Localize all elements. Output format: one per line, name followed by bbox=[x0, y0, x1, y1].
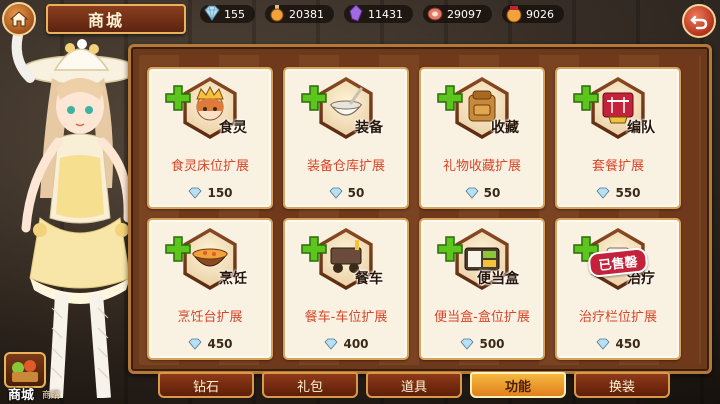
price-value: 450 bbox=[207, 337, 233, 351]
page-title: 商城 bbox=[46, 4, 186, 34]
price-value: 450 bbox=[615, 337, 641, 351]
price-value: 550 bbox=[615, 186, 641, 200]
diamond-icon bbox=[204, 5, 220, 21]
item-title: 装备仓库扩展 bbox=[306, 159, 385, 174]
plus-icon bbox=[437, 85, 463, 111]
tab-function[interactable]: 功能 bbox=[470, 372, 566, 398]
resource-value: 29097 bbox=[447, 7, 482, 21]
item-icon-frame: 装备 bbox=[301, 77, 383, 139]
tab-gift-pack[interactable]: 礼包 bbox=[262, 372, 358, 398]
item-price: 150 bbox=[187, 186, 233, 200]
resource-meat: 29097 bbox=[423, 5, 492, 23]
price-value: 50 bbox=[483, 186, 501, 200]
item-price: 400 bbox=[323, 337, 369, 351]
diamond-icon bbox=[460, 338, 475, 350]
resource-bag: 9026 bbox=[502, 5, 564, 23]
shop-card[interactable]: 食灵 食灵床位扩展 150 bbox=[147, 67, 273, 209]
item-icon-frame: 餐车 bbox=[301, 228, 383, 290]
plus-icon bbox=[437, 236, 463, 262]
item-icon-frame: 便当盒 bbox=[437, 228, 519, 290]
item-price: 450 bbox=[595, 337, 641, 351]
plus-icon bbox=[301, 85, 327, 111]
shop-card[interactable]: 治疗 已售罄 治疗栏位扩展 450 bbox=[555, 218, 681, 360]
purple-crystal-icon bbox=[349, 4, 363, 22]
shop-card[interactable]: 装备 装备仓库扩展 50 bbox=[283, 67, 409, 209]
resource-potion: 20381 bbox=[265, 5, 334, 23]
item-tag: 装备 bbox=[355, 120, 383, 136]
item-title: 礼物收藏扩展 bbox=[442, 159, 521, 174]
resource-bar: 155 20381 11431 29097 9026 bbox=[200, 4, 670, 24]
home-button[interactable] bbox=[2, 2, 36, 36]
item-icon-frame: 编队 bbox=[573, 77, 655, 139]
item-title: 套餐扩展 bbox=[591, 159, 644, 174]
item-title: 食灵床位扩展 bbox=[170, 159, 249, 174]
pouch-icon bbox=[506, 6, 522, 23]
shop-card[interactable]: 烹饪 烹饪台扩展 450 bbox=[147, 218, 273, 360]
item-price: 450 bbox=[187, 337, 233, 351]
item-title: 餐车-车位扩展 bbox=[304, 310, 388, 325]
diamond-icon bbox=[465, 187, 479, 199]
shop-panel: 食灵 食灵床位扩展 150 装备 装备仓库扩展 50 收藏 礼物收藏扩展 50 … bbox=[128, 44, 712, 374]
plus-icon bbox=[165, 85, 191, 111]
potion-bottle-icon bbox=[270, 5, 284, 22]
diamond-icon bbox=[329, 187, 343, 199]
item-grid: 食灵 食灵床位扩展 150 装备 装备仓库扩展 50 收藏 礼物收藏扩展 50 … bbox=[147, 67, 699, 367]
item-price: 500 bbox=[459, 337, 505, 351]
shop-card[interactable]: 便当盒 便当盒-盒位扩展 500 bbox=[419, 218, 545, 360]
category-tabs: 钻石 礼包 道具 功能 换装 bbox=[158, 372, 678, 400]
shop-card[interactable]: 编队 套餐扩展 550 bbox=[555, 67, 681, 209]
shop-badge-sub: 商購 bbox=[42, 391, 61, 401]
item-icon-frame: 烹饪 bbox=[165, 228, 247, 290]
diamond-icon bbox=[324, 338, 339, 350]
diamond-icon bbox=[188, 187, 203, 199]
shop-card[interactable]: 收藏 礼物收藏扩展 50 bbox=[419, 67, 545, 209]
item-icon-frame: 收藏 bbox=[437, 77, 519, 139]
shop-badge-label: 商城 bbox=[8, 388, 35, 403]
item-title: 便当盒-盒位扩展 bbox=[434, 310, 530, 325]
diamond-icon bbox=[596, 187, 611, 199]
shop-basket-icon bbox=[4, 352, 46, 388]
resource-diamond: 155 bbox=[200, 5, 255, 23]
item-tag: 食灵 bbox=[219, 120, 247, 136]
resource-value: 11431 bbox=[368, 7, 403, 21]
shop-card[interactable]: 餐车 餐车-车位扩展 400 bbox=[283, 218, 409, 360]
item-tag: 便当盒 bbox=[477, 271, 519, 287]
return-arrow-icon bbox=[690, 15, 708, 30]
shop-badge[interactable]: 商城 商購 bbox=[4, 352, 72, 403]
item-tag: 餐车 bbox=[355, 271, 383, 287]
home-icon bbox=[9, 11, 29, 27]
tab-items[interactable]: 道具 bbox=[366, 372, 462, 398]
price-value: 50 bbox=[347, 186, 365, 200]
price-value: 400 bbox=[343, 337, 369, 351]
item-title: 治疗栏位扩展 bbox=[578, 310, 657, 325]
tab-diamond[interactable]: 钻石 bbox=[158, 372, 254, 398]
item-tag: 烹饪 bbox=[219, 271, 247, 287]
item-tag: 编队 bbox=[627, 120, 655, 136]
item-price: 50 bbox=[328, 186, 365, 200]
resource-value: 155 bbox=[224, 7, 245, 21]
resource-value: 20381 bbox=[289, 7, 324, 21]
resource-value: 9026 bbox=[526, 7, 554, 21]
price-value: 500 bbox=[479, 337, 505, 351]
item-icon-frame: 治疗 已售罄 bbox=[573, 228, 655, 290]
item-icon-frame: 食灵 bbox=[165, 77, 247, 139]
item-price: 550 bbox=[595, 186, 641, 200]
resource-crystal: 11431 bbox=[344, 4, 413, 23]
item-price: 50 bbox=[464, 186, 501, 200]
price-value: 150 bbox=[207, 186, 233, 200]
back-button[interactable] bbox=[682, 4, 716, 38]
top-bar: 商城 155 20381 11431 29097 9026 bbox=[0, 0, 720, 44]
item-tag: 收藏 bbox=[491, 120, 519, 136]
diamond-icon bbox=[188, 338, 203, 350]
item-title: 烹饪台扩展 bbox=[177, 310, 243, 325]
plus-icon bbox=[301, 236, 327, 262]
plus-icon bbox=[573, 85, 599, 111]
diamond-icon bbox=[596, 338, 611, 350]
plus-icon bbox=[165, 236, 191, 262]
tab-outfit[interactable]: 换装 bbox=[574, 372, 670, 398]
meat-icon bbox=[427, 7, 443, 21]
